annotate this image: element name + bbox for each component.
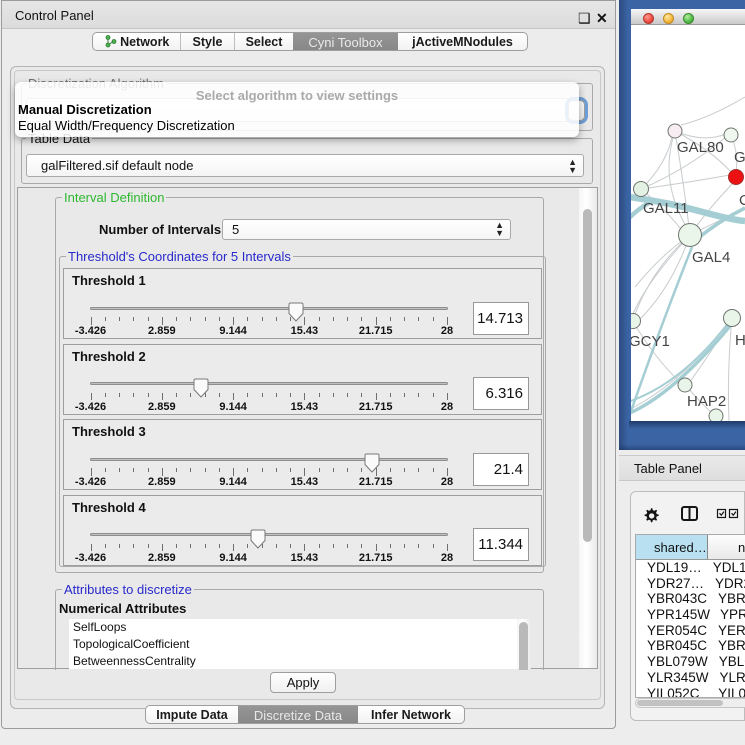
svg-text:GAL11: GAL11 — [643, 200, 689, 217]
svg-text:GAL80: GAL80 — [677, 139, 724, 156]
svg-text:GCY1: GCY1 — [631, 333, 670, 350]
svg-text:C: C — [739, 192, 745, 209]
svg-text:G: G — [734, 149, 745, 166]
svg-text:GAL4: GAL4 — [692, 249, 730, 266]
svg-text:HAP2: HAP2 — [687, 393, 726, 410]
svg-text:H: H — [735, 332, 745, 349]
